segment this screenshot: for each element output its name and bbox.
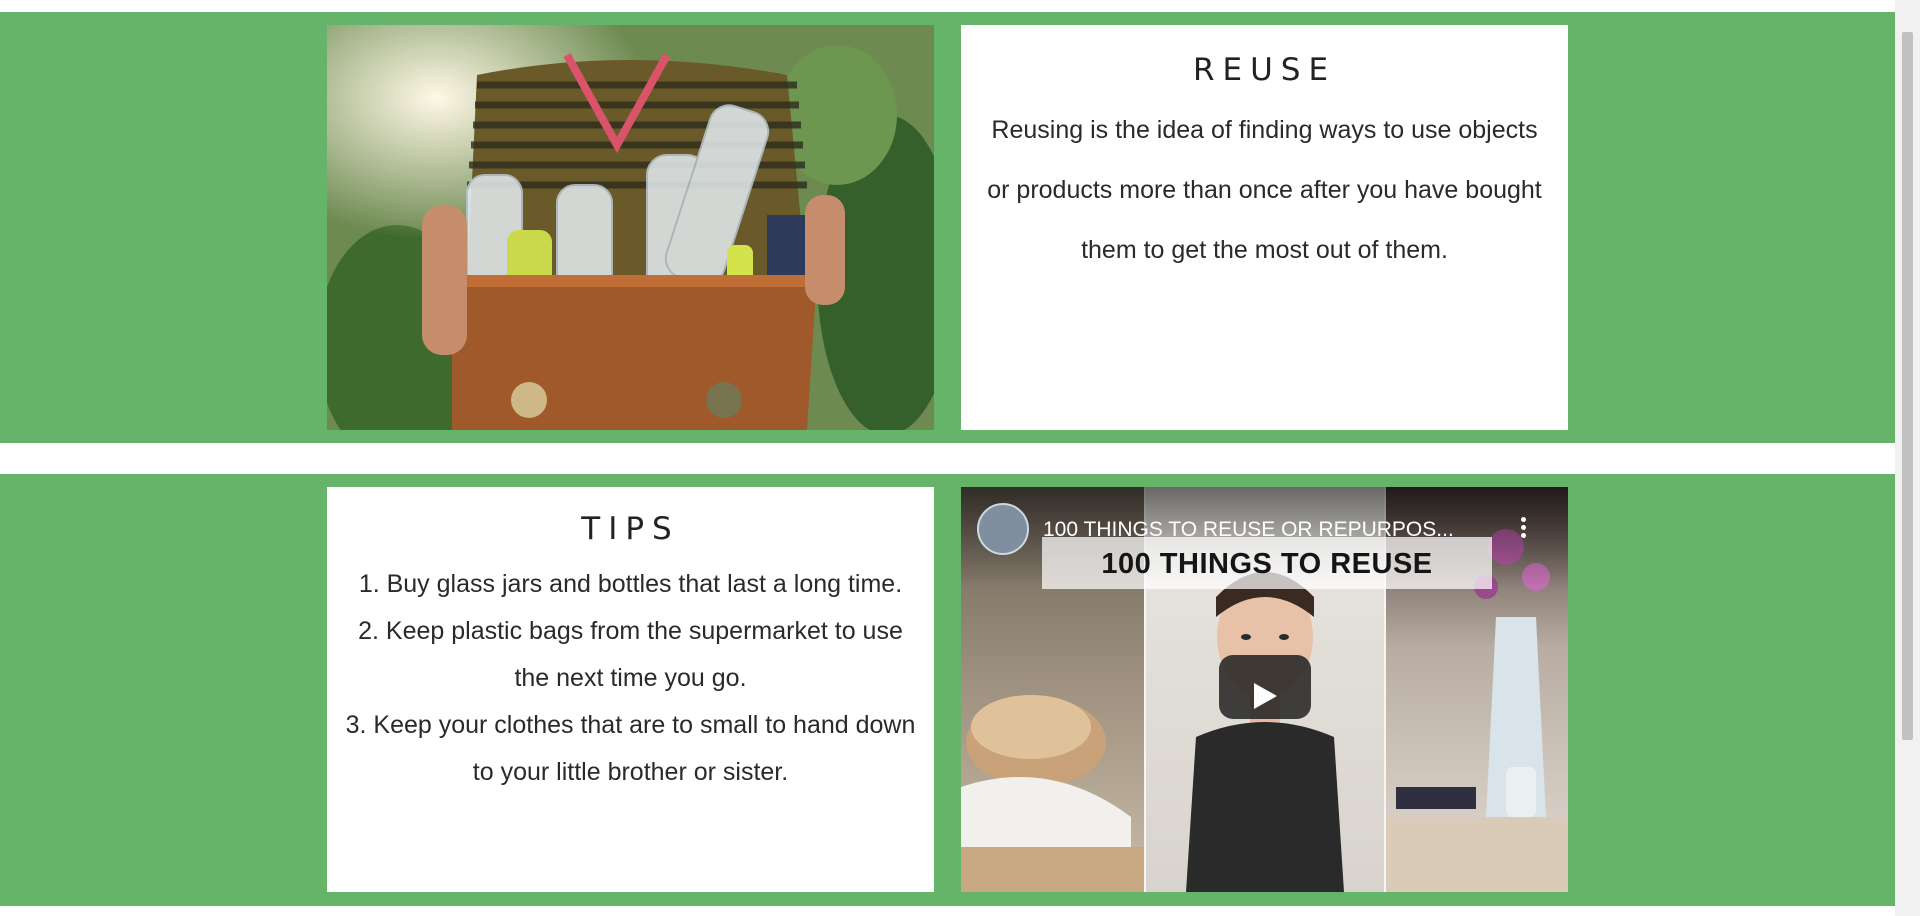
recycling-box-photo	[327, 25, 934, 430]
tip-item: 2. Keep plastic bags from the supermarke…	[358, 617, 903, 692]
video-title[interactable]: 100 THINGS TO REUSE OR REPURPOS...	[1043, 518, 1483, 542]
tips-section-band	[0, 474, 1895, 906]
thumbnail-banner: 100 THINGS TO REUSE	[1042, 537, 1492, 589]
youtube-video-embed[interactable]: 100 THINGS TO REUSE 100 THINGS TO REUSE …	[961, 487, 1568, 892]
tip-item: 3. Keep your clothes that are to small t…	[345, 711, 916, 786]
tips-card: TIPS 1. Buy glass jars and bottles that …	[327, 487, 934, 892]
play-icon	[1254, 683, 1277, 709]
recycling-box-image	[327, 25, 934, 430]
tips-heading: TIPS	[581, 511, 680, 547]
page-scrollbar[interactable]	[1895, 0, 1920, 916]
scrollbar-thumb[interactable]	[1902, 32, 1913, 740]
reuse-description: Reusing is the idea of finding ways to u…	[987, 116, 1542, 264]
channel-avatar[interactable]	[977, 503, 1029, 555]
more-options-icon[interactable]	[1519, 517, 1527, 543]
tip-item: 1. Buy glass jars and bottles that last …	[358, 570, 903, 598]
reuse-heading: REUSE	[1192, 52, 1337, 88]
play-button[interactable]	[1219, 655, 1311, 719]
reuse-section-band	[0, 12, 1895, 443]
tips-list: 1. Buy glass jars and bottles that last …	[341, 561, 920, 796]
reuse-card: REUSE Reusing is the idea of finding way…	[961, 25, 1568, 430]
